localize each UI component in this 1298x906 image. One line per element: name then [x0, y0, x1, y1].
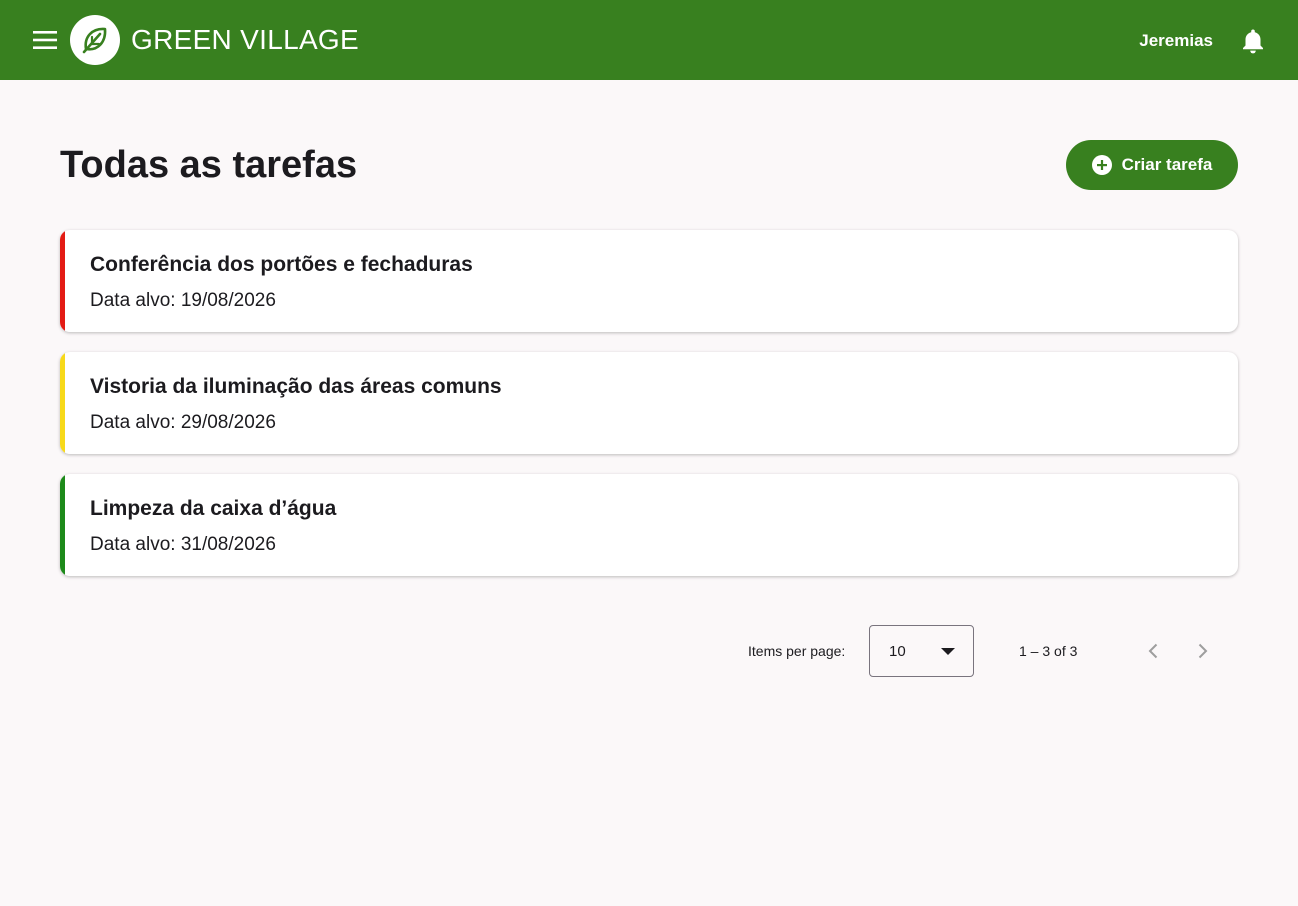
task-target-date: Data alvo: 29/08/2026 — [90, 412, 276, 433]
create-task-button[interactable]: Criar tarefa — [1066, 140, 1238, 190]
task-card[interactable]: Vistoria da iluminação das áreas comuns … — [60, 352, 1238, 454]
bell-icon — [1243, 29, 1263, 54]
previous-page-button[interactable] — [1140, 638, 1166, 664]
task-title: Conferência dos portões e fechaduras — [90, 253, 473, 276]
task-priority-stripe — [60, 474, 65, 576]
task-card[interactable]: Limpeza da caixa d’água Data alvo: 31/08… — [60, 474, 1238, 576]
user-name[interactable]: Jeremias — [1139, 30, 1213, 52]
task-target-date: Data alvo: 31/08/2026 — [90, 534, 276, 555]
menu-button[interactable] — [30, 26, 60, 54]
next-page-button[interactable] — [1190, 638, 1216, 664]
task-priority-stripe — [60, 352, 65, 454]
dropdown-arrow-icon — [941, 648, 955, 655]
task-priority-stripe — [60, 230, 65, 332]
page-size-select[interactable]: 10 — [869, 625, 974, 677]
brand-name: GREEN VILLAGE — [131, 24, 359, 55]
page-size-value: 10 — [889, 643, 906, 660]
top-app-bar: GREEN VILLAGE Jeremias — [0, 0, 1298, 80]
items-per-page-label: Items per page: — [748, 643, 846, 659]
page-range: 1 – 3 of 3 — [1019, 643, 1078, 659]
page-title: Todas as tarefas — [60, 144, 358, 186]
menu-icon — [33, 31, 57, 49]
chevron-right-icon — [1198, 643, 1208, 659]
task-card[interactable]: Conferência dos portões e fechaduras Dat… — [60, 230, 1238, 332]
leaf-logo[interactable] — [70, 15, 120, 65]
notifications-button[interactable] — [1240, 27, 1266, 55]
create-task-label: Criar tarefa — [1121, 155, 1213, 174]
chevron-left-icon — [1148, 643, 1158, 659]
task-title: Limpeza da caixa d’água — [90, 497, 337, 520]
task-title: Vistoria da iluminação das áreas comuns — [90, 375, 502, 398]
add-circle-icon — [1091, 155, 1112, 175]
leaf-icon — [82, 27, 107, 54]
task-target-date: Data alvo: 19/08/2026 — [90, 290, 276, 311]
